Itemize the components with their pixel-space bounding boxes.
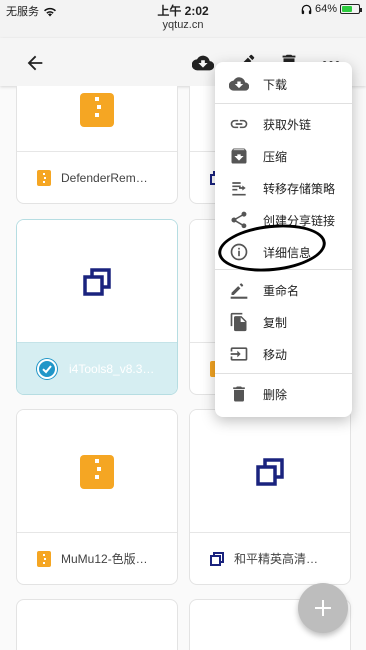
battery-fill xyxy=(342,6,353,12)
archive-small-icon xyxy=(37,550,51,567)
copy-icon xyxy=(229,312,249,332)
headphones-icon xyxy=(301,4,312,14)
app-small-icon xyxy=(210,551,224,566)
menu-item-label: 移动 xyxy=(263,347,288,362)
app-icon xyxy=(256,458,284,486)
file-card[interactable]: MuMu12-色版… xyxy=(16,409,178,585)
menu-item-copy[interactable]: 复制 xyxy=(215,306,352,338)
archive-icon xyxy=(80,455,114,489)
file-name: 和平精英高清… xyxy=(234,552,319,566)
share-icon xyxy=(229,210,249,230)
menu-item-rename[interactable]: 重命名 xyxy=(215,274,352,306)
menu-item-label: 转移存储策略 xyxy=(263,181,336,196)
file-card[interactable]: 和平精英高清… xyxy=(189,409,351,585)
file-name: i4Tools8_v8.3… xyxy=(69,361,155,376)
url-label: yqtuz.cn xyxy=(162,19,204,31)
rename-icon xyxy=(229,280,249,300)
battery-percent: 64% xyxy=(314,3,337,15)
battery-icon xyxy=(340,4,362,14)
menu-item-delete[interactable]: 删除 xyxy=(215,378,352,410)
menu-item-download[interactable]: 下载 xyxy=(215,68,352,100)
file-footer: 和平精英高清… xyxy=(190,532,350,584)
status-bar: 无服务 上午 2:02 yqtuz.cn 64% xyxy=(0,0,366,38)
menu-item-label: 下载 xyxy=(263,77,288,92)
cloud-download-icon xyxy=(229,74,249,94)
file-card[interactable]: DefenderRem… xyxy=(16,86,178,204)
menu-item-label: 重命名 xyxy=(263,283,300,298)
file-card-selected[interactable]: i4Tools8_v8.3… xyxy=(16,219,178,395)
app-icon xyxy=(83,268,111,296)
menu-item-label: 压缩 xyxy=(263,149,288,164)
delete-icon xyxy=(229,384,249,404)
plus-icon xyxy=(315,600,331,616)
file-footer: MuMu12-色版… xyxy=(17,532,177,584)
storage-transfer-icon xyxy=(229,178,249,198)
add-fab-button[interactable] xyxy=(298,583,348,633)
file-thumbnail xyxy=(17,220,177,344)
archive-box-icon xyxy=(229,146,249,166)
move-icon xyxy=(229,344,249,364)
menu-item-label: 删除 xyxy=(263,387,288,402)
menu-item-label: 获取外链 xyxy=(263,117,312,132)
file-thumbnail xyxy=(17,410,177,534)
file-thumbnail xyxy=(17,86,177,153)
archive-small-icon xyxy=(37,169,51,186)
check-circle-icon[interactable] xyxy=(37,358,57,379)
menu-divider xyxy=(215,103,352,104)
file-name: DefenderRem… xyxy=(61,170,148,185)
menu-item-move[interactable]: 移动 xyxy=(215,338,352,370)
file-name: MuMu12-色版… xyxy=(61,552,148,566)
menu-item-label: 复制 xyxy=(263,315,288,330)
cloud-download-icon[interactable] xyxy=(192,52,214,74)
menu-item-get-link[interactable]: 获取外链 xyxy=(215,108,352,140)
link-icon xyxy=(229,114,249,134)
file-card[interactable] xyxy=(16,599,178,650)
menu-item-compress[interactable]: 压缩 xyxy=(215,140,352,172)
menu-item-transfer-storage[interactable]: 转移存储策略 xyxy=(215,172,352,204)
menu-divider xyxy=(215,373,352,374)
archive-icon xyxy=(80,93,114,127)
file-footer: i4Tools8_v8.3… xyxy=(17,342,177,394)
file-footer: DefenderRem… xyxy=(17,151,177,203)
status-right: 64% xyxy=(301,3,362,15)
file-thumbnail xyxy=(190,410,350,534)
arrow-back-icon[interactable] xyxy=(24,52,46,74)
